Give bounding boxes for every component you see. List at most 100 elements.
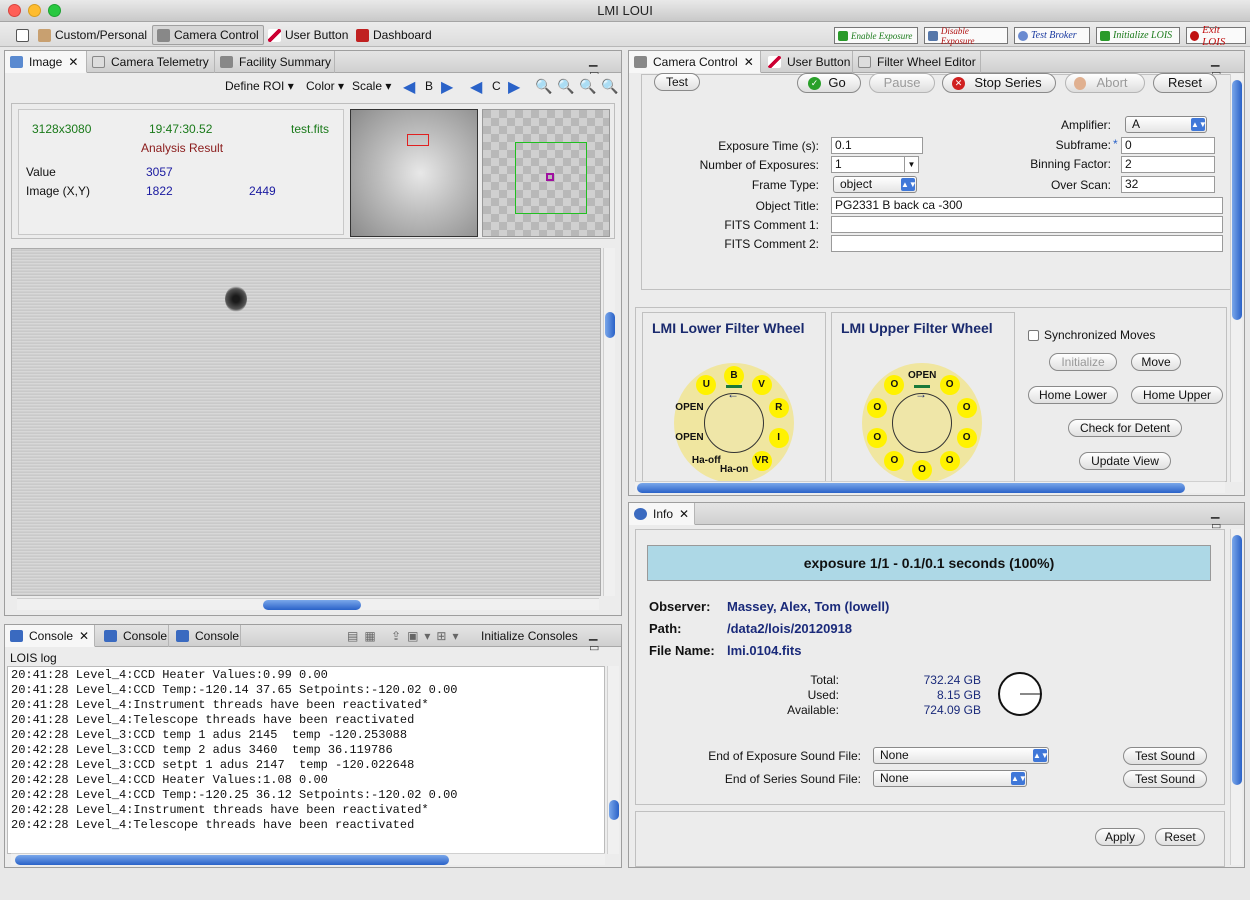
c-right-arrow-icon[interactable]: ▶	[508, 77, 520, 97]
filter-slot[interactable]: Ha-off	[692, 451, 721, 471]
filter-slot[interactable]: VR	[751, 451, 772, 472]
perspective-camera-control[interactable]: Camera Control	[152, 25, 264, 45]
console-log[interactable]: 20:41:28 Level_4:CCD Heater Values:0.99 …	[7, 666, 605, 854]
home-lower-button[interactable]: Home Lower	[1028, 386, 1118, 404]
disable-exposure-button[interactable]: Disable Exposure	[924, 26, 1008, 46]
test-sound-eos-button[interactable]: Test Sound	[1123, 770, 1207, 788]
test-sound-eoe-button[interactable]: Test Sound	[1123, 747, 1207, 765]
close-tab-icon[interactable]: ✕	[679, 507, 689, 521]
check-detent-button[interactable]: Check for Detent	[1068, 419, 1182, 437]
b-right-arrow-icon[interactable]: ▶	[441, 77, 453, 97]
reset-button[interactable]: Reset	[1153, 73, 1217, 93]
fits-comment-1-input[interactable]	[831, 216, 1223, 233]
lower-filter-wheel[interactable]: B V R I VR Ha-on Ha-off OPEN OPEN U ←	[674, 363, 794, 481]
view-minmax-controls[interactable]: ▁ ▭	[589, 628, 621, 654]
console-tool-icons[interactable]: ▤▦ ⇪▣▾⊞▾	[347, 629, 465, 643]
sync-moves-checkbox[interactable]	[1028, 330, 1039, 341]
exit-lois-button[interactable]: Exit LOIS	[1186, 24, 1246, 48]
zoom-out-icon[interactable]: 🔍	[557, 78, 574, 95]
filter-slot[interactable]: O	[884, 374, 905, 395]
frame-type-select[interactable]: object ▲▼	[833, 176, 917, 193]
close-window-button[interactable]	[8, 4, 21, 17]
initialize-consoles-button[interactable]: Initialize Consoles	[481, 629, 578, 643]
eoe-sound-select[interactable]: None ▲▼	[873, 747, 1049, 764]
tab-info[interactable]: Info ✕	[629, 503, 695, 525]
zoom-in-icon[interactable]: 🔍	[535, 78, 552, 95]
filter-slot[interactable]: O	[939, 374, 960, 395]
object-title-input[interactable]: PG2331 B back ca -300	[831, 197, 1223, 214]
tab-filter-wheel-editor[interactable]: Filter Wheel Editor	[853, 51, 981, 73]
exposure-time-input[interactable]: 0.1	[831, 137, 923, 154]
close-tab-icon[interactable]: ✕	[744, 55, 754, 69]
num-exposures-input[interactable]: 1 ▼	[831, 156, 919, 173]
camera-vscrollbar[interactable]	[1230, 74, 1242, 482]
filter-slot[interactable]: Ha-on	[720, 460, 748, 480]
test-button[interactable]: Test	[654, 73, 700, 91]
close-tab-icon[interactable]: ✕	[68, 55, 78, 69]
scale-dropdown[interactable]: Scale ▾	[352, 79, 391, 93]
filter-slot[interactable]: I	[768, 427, 789, 448]
overview-thumbnail[interactable]	[350, 109, 478, 237]
console-hscrollbar[interactable]	[11, 853, 605, 865]
image-vscrollbar[interactable]	[603, 248, 615, 596]
update-view-button[interactable]: Update View	[1079, 452, 1171, 470]
minimize-window-button[interactable]	[28, 4, 41, 17]
go-button[interactable]: ✓ Go	[797, 73, 861, 93]
zoom-fit-icon[interactable]: 🔍	[579, 78, 596, 95]
console-vscrollbar[interactable]	[607, 666, 619, 854]
filter-slot[interactable]: O	[956, 427, 977, 448]
info-reset-button[interactable]: Reset	[1155, 828, 1205, 846]
filter-slot[interactable]: O	[867, 398, 888, 419]
tab-camera-control[interactable]: Camera Control ✕	[629, 51, 761, 73]
subframe-input[interactable]: 0	[1121, 137, 1215, 154]
close-tab-icon[interactable]: ✕	[79, 629, 89, 643]
define-roi-dropdown[interactable]: Define ROI ▾	[225, 79, 294, 93]
zoom-window-button[interactable]	[48, 4, 61, 17]
info-vscroll-thumb[interactable]	[1232, 535, 1242, 785]
tab-image[interactable]: Image ✕	[5, 51, 87, 73]
fits-image-display[interactable]	[11, 248, 601, 596]
filter-slot[interactable]: OPEN	[675, 428, 703, 448]
amplifier-select[interactable]: A ▲▼	[1125, 116, 1207, 133]
c-left-arrow-icon[interactable]: ◀	[470, 77, 482, 97]
zoom-thumbnail[interactable]	[482, 109, 610, 237]
camera-hscrollbar[interactable]	[635, 481, 1225, 493]
filter-slot[interactable]: O	[867, 427, 888, 448]
console-vscroll-thumb[interactable]	[609, 800, 619, 820]
tab-console-2[interactable]: Console	[99, 625, 169, 647]
tab-console-3[interactable]: Console	[171, 625, 241, 647]
enable-exposure-button[interactable]: Enable Exposure	[834, 27, 918, 44]
filter-slot[interactable]: OPEN	[908, 366, 936, 386]
filter-slot[interactable]: O	[939, 451, 960, 472]
upper-filter-wheel[interactable]: OPEN O O O O O O O O O →	[862, 363, 982, 481]
perspective-custom-personal[interactable]: Custom/Personal	[34, 25, 151, 45]
overscan-input[interactable]: 32	[1121, 176, 1215, 193]
filter-slot[interactable]: OPEN	[675, 398, 703, 418]
filter-slot[interactable]: U	[696, 374, 717, 395]
filter-slot[interactable]: O	[912, 460, 932, 480]
eos-sound-select[interactable]: None ▲▼	[873, 770, 1027, 787]
b-left-arrow-icon[interactable]: ◀	[403, 77, 415, 97]
tab-camera-telemetry[interactable]: Camera Telemetry	[87, 51, 215, 73]
binning-input[interactable]: 2	[1121, 156, 1215, 173]
camera-hscroll-thumb[interactable]	[637, 483, 1185, 493]
tab-user-button[interactable]: User Button	[763, 51, 853, 73]
apply-button[interactable]: Apply	[1095, 828, 1145, 846]
stop-series-button[interactable]: ✕ Stop Series	[942, 73, 1056, 93]
open-perspective-button[interactable]	[12, 25, 33, 45]
filter-slot[interactable]: O	[884, 451, 905, 472]
initialize-lois-button[interactable]: Initialize LOIS	[1096, 27, 1180, 44]
perspective-dashboard[interactable]: Dashboard	[352, 25, 436, 45]
chevron-down-icon[interactable]: ▼	[904, 157, 918, 172]
home-upper-button[interactable]: Home Upper	[1131, 386, 1223, 404]
image-vscroll-thumb[interactable]	[605, 312, 615, 338]
zoom-actual-icon[interactable]: 🔍	[601, 78, 618, 95]
filter-slot[interactable]: O	[956, 398, 977, 419]
perspective-user-button[interactable]: User Button	[264, 25, 352, 45]
filter-slot[interactable]: B	[724, 366, 744, 386]
abort-button[interactable]: Abort	[1065, 73, 1145, 93]
test-broker-button[interactable]: Test Broker	[1014, 27, 1090, 44]
move-wheel-button[interactable]: Move	[1131, 353, 1181, 371]
filter-slot[interactable]: V	[751, 374, 772, 395]
camera-vscroll-thumb[interactable]	[1232, 80, 1242, 320]
